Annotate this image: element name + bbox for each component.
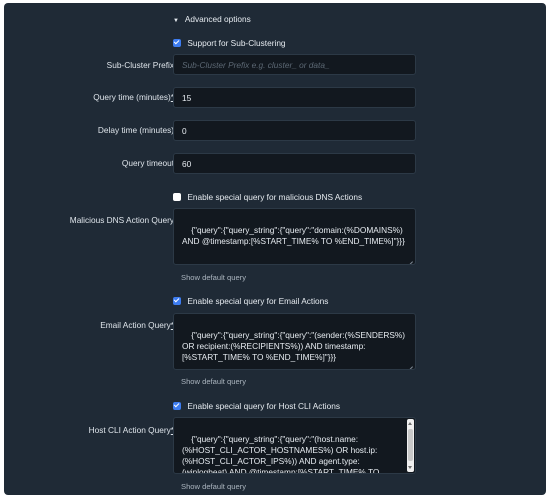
hostcli-query-checkbox[interactable]	[173, 401, 181, 410]
delay-time-label: Delay time (minutes)	[97, 125, 174, 135]
query-timeout-value: 60	[182, 158, 192, 169]
query-time-label-text: Query time (minutes)	[93, 92, 171, 102]
email-query-value: {"query":{"query_string":{"query":"(send…	[182, 330, 408, 362]
dns-query-checkbox[interactable]	[173, 192, 181, 201]
subcluster-prefix-placeholder: Sub-Cluster Prefix e.g. cluster_ or data…	[182, 59, 330, 70]
advanced-options-label: Advanced options	[184, 14, 251, 24]
resize-grip-icon[interactable]	[407, 256, 413, 262]
hostcli-query-label: Host CLI Action Query*	[4, 425, 174, 436]
hostcli-query-checkbox-row[interactable]: Enable special query for Host CLI Action…	[173, 401, 340, 411]
query-time-input[interactable]: 15	[173, 87, 416, 108]
hostcli-show-default-link[interactable]: Show default query	[181, 482, 246, 491]
query-timeout-input[interactable]: 60	[173, 153, 416, 174]
scrollbar-thumb[interactable]	[408, 429, 413, 461]
dns-query-textarea[interactable]: {"query":{"query_string":{"query":"domai…	[173, 208, 416, 265]
email-query-checkbox-label: Enable special query for Email Actions	[187, 296, 329, 306]
dns-query-label: Malicious DNS Action Query	[69, 215, 174, 225]
textarea-scrollbar[interactable]	[407, 419, 414, 472]
scroll-up-arrow-icon[interactable]	[408, 422, 412, 425]
hostcli-query-checkbox-label: Enable special query for Host CLI Action…	[187, 401, 340, 411]
email-query-label-text: Email Action Query	[100, 320, 171, 330]
advanced-options-toggle[interactable]: ▼ Advanced options	[173, 14, 251, 24]
hostcli-query-value: {"query":{"query_string":{"query":"(host…	[182, 434, 380, 474]
email-query-checkbox-row[interactable]: Enable special query for Email Actions	[173, 296, 328, 306]
resize-grip-icon[interactable]	[407, 361, 413, 367]
subclustering-checkbox-row[interactable]: Support for Sub-Clustering	[173, 38, 286, 48]
query-timeout-label: Query timeout	[121, 158, 174, 168]
email-query-label: Email Action Query*	[4, 320, 174, 331]
caret-down-icon: ▼	[173, 18, 179, 24]
hostcli-query-textarea[interactable]: {"query":{"query_string":{"query":"(host…	[173, 417, 416, 474]
dns-query-value: {"query":{"query_string":{"query":"domai…	[182, 225, 405, 246]
email-query-textarea[interactable]: {"query":{"query_string":{"query":"(send…	[173, 313, 416, 370]
subcluster-prefix-label: Sub-Cluster Prefix	[106, 60, 174, 70]
subclustering-checkbox[interactable]	[173, 38, 181, 47]
delay-time-value: 0	[182, 125, 187, 136]
query-time-value: 15	[182, 92, 192, 103]
email-show-default-link[interactable]: Show default query	[181, 377, 246, 386]
query-time-label: Query time (minutes)*	[4, 92, 174, 103]
dns-query-checkbox-row[interactable]: Enable special query for malicious DNS A…	[173, 192, 362, 202]
hostcli-query-label-text: Host CLI Action Query	[88, 425, 171, 435]
email-query-checkbox[interactable]	[173, 296, 181, 305]
subcluster-prefix-input[interactable]: Sub-Cluster Prefix e.g. cluster_ or data…	[173, 54, 416, 75]
dns-query-checkbox-label: Enable special query for malicious DNS A…	[187, 192, 363, 202]
subclustering-label: Support for Sub-Clustering	[187, 38, 286, 48]
advanced-options-panel: ▼ Advanced options Support for Sub-Clust…	[4, 3, 546, 495]
dns-show-default-link[interactable]: Show default query	[181, 273, 246, 282]
delay-time-input[interactable]: 0	[173, 120, 416, 141]
scroll-down-arrow-icon[interactable]	[408, 466, 412, 469]
